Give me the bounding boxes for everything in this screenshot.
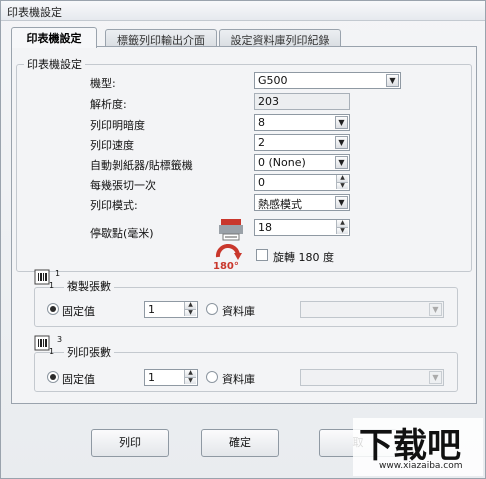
chevron-down-icon: ▼ [335,156,348,169]
copies-stepper[interactable]: ▲ ▼ [184,302,196,317]
tab-panel: 印表機設定 機型: G500 ▼ 解析度: 203 列印明暗度 8 ▼ 列印速度… [11,46,477,404]
cut-every-value: 0 [258,176,265,189]
site-watermark: 下载吧 www.xiazaiba.com [353,418,483,476]
copies-fixed-label: 固定值 [62,305,95,318]
tab-label-output[interactable]: 標籤列印輸出介面 [105,29,217,47]
spin-down-icon[interactable]: ▼ [336,227,348,234]
cut-every-input[interactable]: 0 ▲ ▼ [254,174,350,191]
spin-up-icon[interactable]: ▲ [184,370,196,377]
rotate-badge: 180° [213,261,239,272]
rotate-180-label: 旋轉 180 度 [273,251,334,264]
spin-down-icon[interactable]: ▼ [184,309,196,316]
window-title: 印表機設定 [7,6,62,19]
stop-point-value: 18 [258,221,272,234]
auto-cutter-value: 0 (None) [258,156,306,169]
print-count-database-select[interactable]: ▼ [300,369,444,386]
print-mode-select[interactable]: 熱感模式 ▼ [254,194,350,211]
model-select[interactable]: G500 ▼ [254,72,401,89]
resolution-value: 203 [258,95,279,108]
print-count-stepper[interactable]: ▲ ▼ [184,370,196,385]
copies-database-label: 資料庫 [222,305,255,318]
chevron-down-icon: ▼ [386,74,399,87]
speed-label: 列印速度 [90,139,134,152]
print-button[interactable]: 列印 [91,429,169,457]
spin-down-icon[interactable]: ▼ [336,182,348,189]
copies-database-select[interactable]: ▼ [300,301,444,318]
chevron-down-icon: ▼ [335,196,348,209]
chevron-down-icon: ▼ [429,371,442,384]
stop-point-label: 停歇點(毫米) [90,227,154,240]
auto-cutter-select[interactable]: 0 (None) ▼ [254,154,350,171]
title-bar: 印表機設定 [1,1,485,21]
print-count-fixed-radio[interactable] [47,371,59,383]
darkness-label: 列印明暗度 [90,119,145,132]
model-label: 機型: [90,77,116,90]
copies-group-title: 複製張數 [64,278,114,294]
copies-database-radio[interactable] [206,303,218,315]
print-count-fixed-input[interactable]: 1 ▲ ▼ [144,369,198,386]
copies-icon-sup: 1 [55,269,61,278]
chevron-down-icon: ▼ [335,116,348,129]
speed-value: 2 [258,136,265,149]
auto-cutter-label: 自動剝紙器/貼標籤機 [90,159,193,172]
stop-point-stepper[interactable]: ▲ ▼ [336,220,348,235]
cut-every-label: 每幾張切一次 [90,179,156,192]
rotate-180-checkbox[interactable] [256,249,268,261]
darkness-select[interactable]: 8 ▼ [254,114,350,131]
stop-point-input[interactable]: 18 ▲ ▼ [254,219,350,236]
copies-fixed-value: 1 [148,303,155,316]
tab-database-log[interactable]: 設定資料庫列印紀錄 [219,29,341,47]
chevron-down-icon: ▼ [335,136,348,149]
copies-fixed-radio[interactable] [47,303,59,315]
spin-up-icon[interactable]: ▲ [336,175,348,182]
cut-every-stepper[interactable]: ▲ ▼ [336,175,348,190]
resolution-label: 解析度: [90,98,127,111]
watermark-brand: 下载吧 [359,426,461,466]
print-count-fixed-value: 1 [148,371,155,384]
print-count-database-radio[interactable] [206,371,218,383]
darkness-value: 8 [258,116,265,129]
chevron-down-icon: ▼ [429,303,442,316]
watermark-url: www.xiazaiba.com [379,461,463,471]
printer-settings-group-title: 印表機設定 [24,56,85,72]
print-count-icon-sup: 3 [57,335,63,344]
spin-down-icon[interactable]: ▼ [184,377,196,384]
printer-feed-icon [219,219,243,241]
copies-fixed-input[interactable]: 1 ▲ ▼ [144,301,198,318]
spin-up-icon[interactable]: ▲ [184,302,196,309]
model-value: G500 [258,74,288,87]
print-count-group-title: 列印張數 [64,344,114,360]
print-mode-label: 列印模式: [90,199,138,212]
print-count-database-label: 資料庫 [222,373,255,386]
ok-button[interactable]: 確定 [201,429,279,457]
speed-select[interactable]: 2 ▼ [254,134,350,151]
print-count-icon-sub: 1 [49,347,55,356]
print-count-fixed-label: 固定值 [62,373,95,386]
tab-printer-settings[interactable]: 印表機設定 [11,27,97,48]
spin-up-icon[interactable]: ▲ [336,220,348,227]
resolution-field: 203 [254,93,350,110]
printer-settings-dialog: 印表機設定 印表機設定 標籤列印輸出介面 設定資料庫列印紀錄 印表機設定 機型:… [0,0,486,479]
print-mode-value: 熱感模式 [258,198,302,211]
copies-icon-sub: 1 [49,281,55,290]
